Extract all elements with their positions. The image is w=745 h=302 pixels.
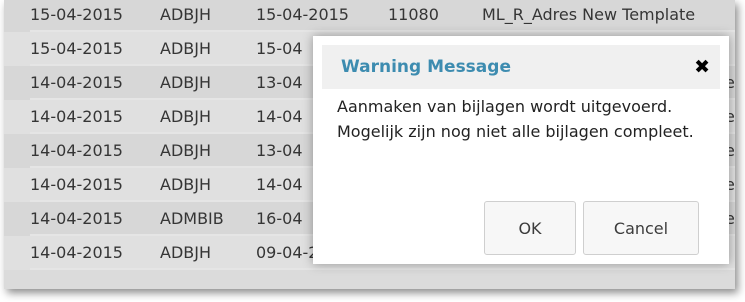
dialog-title: Warning Message [341,57,511,77]
attachments-table-window: 15-04-2015 ADBJH 15-04-2015 11080 ML_R_A… [4,0,735,289]
cancel-button[interactable]: Cancel [583,201,699,255]
dialog-message: Aanmaken van bijlagen wordt uitgevoerd. … [337,97,694,141]
dialog-header: Warning Message ✖ [322,45,720,89]
warning-dialog: Warning Message ✖ Aanmaken van bijlagen … [313,36,729,264]
close-icon[interactable]: ✖ [694,45,710,89]
ok-button[interactable]: OK [484,201,576,255]
